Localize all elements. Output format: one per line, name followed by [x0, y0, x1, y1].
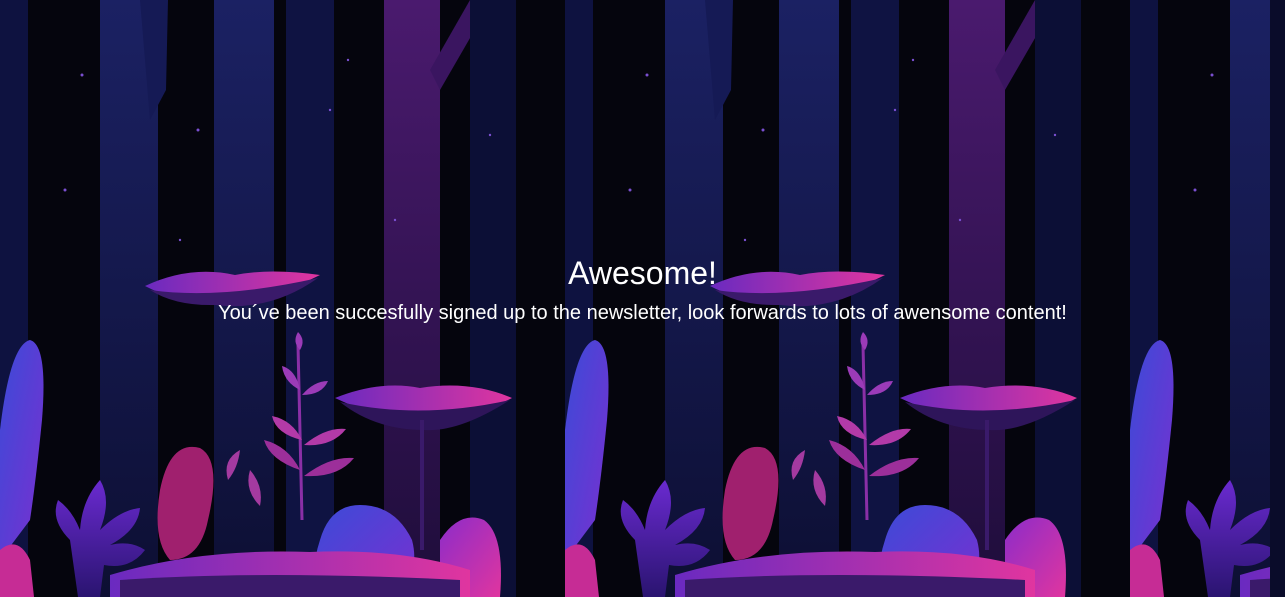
confirmation-text: You´ve been succesfully signed up to the… [218, 302, 1067, 324]
confirmation-title: Awesome! [568, 255, 717, 291]
confirmation-message: Awesome! You´ve been succesfully signed … [0, 254, 1285, 326]
